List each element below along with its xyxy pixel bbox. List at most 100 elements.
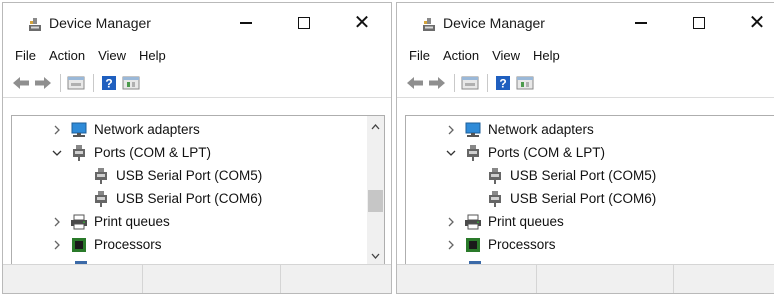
svg-text:?: ? [105,77,112,91]
tree-item-com6[interactable]: USB Serial Port (COM6) [486,187,656,210]
printer-icon [464,213,482,231]
scroll-up-icon[interactable] [367,118,384,135]
forward-arrow-icon[interactable] [427,73,447,93]
status-pane [143,265,281,293]
toolbar: ? [397,69,774,98]
port-connector-icon [92,167,110,185]
tree-item-print-queues[interactable]: Print queues [444,210,564,233]
tree-item-label: USB Serial Port (COM5) [116,168,263,183]
chevron-right-icon[interactable] [50,125,64,135]
tree-item-label: Print queues [488,214,564,229]
processor-chip-icon [70,236,88,254]
help-icon[interactable]: ? [99,73,119,93]
device-manager-icon [421,16,437,32]
menu-help[interactable]: Help [135,46,175,66]
properties-icon[interactable] [66,73,86,93]
status-pane [674,265,774,293]
port-connector-icon [486,190,504,208]
title-bar[interactable]: Device Manager ✕ [397,3,774,43]
title-bar[interactable]: Device Manager ✕ [3,3,391,43]
port-connector-icon [486,167,504,185]
tree-item-network-adapters[interactable]: Network adapters [50,118,200,141]
chevron-down-icon[interactable] [444,149,458,157]
status-pane [3,265,143,293]
forward-arrow-icon[interactable] [33,73,53,93]
minimize-button[interactable] [612,3,670,43]
window-title: Device Manager [49,15,151,31]
maximize-button[interactable] [670,3,728,43]
status-pane [281,265,391,293]
tree-item-ports[interactable]: Ports (COM & LPT) [444,141,605,164]
close-button[interactable]: ✕ [333,3,391,43]
tree-item-processors[interactable]: Processors [50,233,162,256]
tree-item-label: Processors [94,237,162,252]
port-connector-icon [464,144,482,162]
tree-item-com5[interactable]: USB Serial Port (COM5) [92,164,262,187]
tree-item-label: Processors [488,237,556,252]
scroll-down-icon[interactable] [367,247,384,264]
toolbar-separator [454,74,455,92]
chevron-right-icon[interactable] [444,240,458,250]
tree-item-label: Ports (COM & LPT) [94,145,212,160]
tree-item-label: Ports (COM & LPT) [488,145,606,160]
device-tree[interactable]: Network adapters Ports (COM & LPT) USB S… [405,115,774,267]
port-connector-icon [70,144,88,162]
minimize-button[interactable] [217,3,275,43]
device-manager-window-left: Device Manager ✕ File Action View Help ?… [2,2,392,294]
tree-item-com5[interactable]: USB Serial Port (COM5) [486,164,656,187]
toolbar: ? [3,69,391,98]
menu-view[interactable]: View [488,46,529,66]
chevron-right-icon[interactable] [50,240,64,250]
menu-bar: File Action View Help [397,43,774,69]
tree-item-processors[interactable]: Processors [444,233,556,256]
printer-icon [70,213,88,231]
status-pane [537,265,675,293]
chevron-right-icon[interactable] [444,217,458,227]
back-arrow-icon[interactable] [405,73,425,93]
close-button[interactable]: ✕ [728,3,774,43]
chevron-right-icon[interactable] [444,125,458,135]
menu-action[interactable]: Action [439,46,488,66]
network-adapter-icon [464,121,482,139]
menu-action[interactable]: Action [45,46,94,66]
update-driver-icon[interactable] [121,73,141,93]
status-bar [3,264,391,293]
status-bar [397,264,774,293]
toolbar-separator [93,74,94,92]
svg-text:?: ? [499,77,506,91]
tree-item-ports[interactable]: Ports (COM & LPT) [50,141,211,164]
chevron-down-icon[interactable] [50,149,64,157]
toolbar-separator [487,74,488,92]
chevron-right-icon[interactable] [50,217,64,227]
update-driver-icon[interactable] [515,73,535,93]
menu-file[interactable]: File [11,46,45,66]
port-connector-icon [92,190,110,208]
menu-help[interactable]: Help [529,46,569,66]
tree-item-label: USB Serial Port (COM6) [116,191,263,206]
toolbar-separator [60,74,61,92]
network-adapter-icon [70,121,88,139]
device-manager-window-right: Device Manager ✕ File Action View Help ?… [396,2,774,294]
tree-item-com6[interactable]: USB Serial Port (COM6) [92,187,262,210]
window-title: Device Manager [443,15,545,31]
properties-icon[interactable] [460,73,480,93]
maximize-button[interactable] [275,3,333,43]
help-icon[interactable]: ? [493,73,513,93]
tree-item-label: Print queues [94,214,170,229]
menu-view[interactable]: View [94,46,135,66]
tree-item-label: USB Serial Port (COM6) [510,191,657,206]
vertical-scrollbar[interactable] [367,116,384,266]
tree-item-print-queues[interactable]: Print queues [50,210,170,233]
tree-item-label: Network adapters [94,122,200,137]
device-tree[interactable]: Network adapters Ports (COM & LPT) USB S… [11,115,385,267]
tree-item-network-adapters[interactable]: Network adapters [444,118,594,141]
scrollbar-thumb[interactable] [368,190,383,212]
back-arrow-icon[interactable] [11,73,31,93]
menu-file[interactable]: File [405,46,439,66]
menu-bar: File Action View Help [3,43,391,69]
device-manager-icon [27,16,43,32]
tree-item-label: USB Serial Port (COM5) [510,168,657,183]
status-pane [397,265,537,293]
tree-item-label: Network adapters [488,122,594,137]
processor-chip-icon [464,236,482,254]
